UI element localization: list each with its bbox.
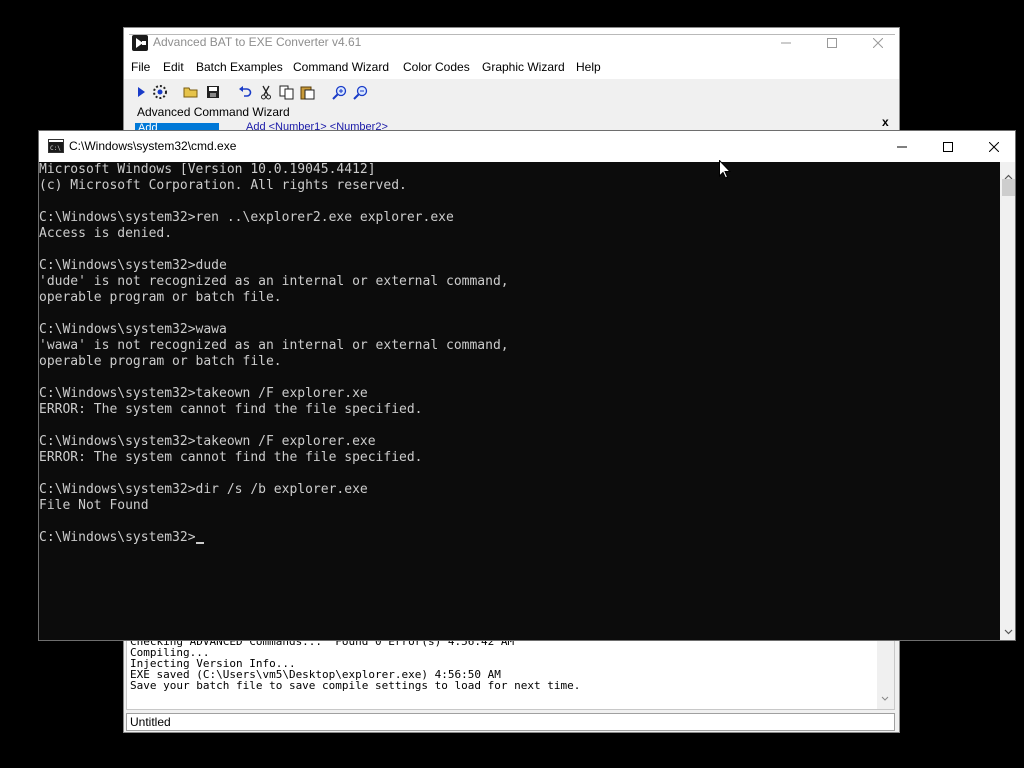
console-line: C:\Windows\system32>dir /s /b explorer.e… — [39, 482, 368, 497]
console-line: Microsoft Windows [Version 10.0.19045.44… — [39, 162, 376, 177]
open-folder-icon[interactable] — [182, 84, 199, 100]
copy-icon[interactable] — [278, 84, 295, 100]
text-cursor — [195, 542, 204, 544]
wizard-close-button[interactable]: x — [882, 115, 889, 129]
status-bar: Untitled — [126, 713, 895, 731]
console-line: ERROR: The system cannot find the file s… — [39, 450, 423, 465]
console-line: operable program or batch file. — [39, 354, 282, 369]
cmd-maximize-button[interactable] — [925, 131, 971, 162]
chevron-down-icon[interactable] — [881, 695, 889, 705]
save-icon[interactable] — [204, 84, 221, 100]
console-prompt: C:\Windows\system32> — [39, 530, 196, 545]
cmd-window[interactable]: C:\ C:\Windows\system32\cmd.exe Microsof… — [38, 130, 1016, 641]
console-line: (c) Microsoft Corporation. All rights re… — [39, 178, 407, 193]
console-line: C:\Windows\system32>dude — [39, 258, 227, 273]
console-line: C:\Windows\system32>wawa — [39, 322, 227, 337]
cmd-minimize-button[interactable] — [879, 131, 925, 162]
status-filename: Untitled — [130, 715, 171, 729]
svg-text:C:\: C:\ — [50, 145, 61, 152]
paste-icon[interactable] — [299, 84, 316, 100]
cut-icon[interactable] — [257, 84, 274, 100]
console-line: C:\Windows\system32>takeown /F explorer.… — [39, 386, 368, 401]
output-line: Save your batch file to save compile set… — [130, 679, 581, 692]
output-scrollbar[interactable] — [877, 641, 894, 709]
console-line: C:\Windows\system32>takeown /F explorer.… — [39, 434, 376, 449]
console-line: Access is denied. — [39, 226, 173, 241]
console-line: 'wawa' is not recognized as an internal … — [39, 338, 509, 353]
compile-output-log[interactable]: Checking ADVANCED Commands... Found 0 Er… — [126, 640, 895, 710]
cmd-window-title: C:\Windows\system32\cmd.exe — [69, 139, 237, 153]
compile-icon[interactable] — [151, 84, 168, 100]
cmd-titlebar[interactable]: C:\ C:\Windows\system32\cmd.exe — [39, 131, 1015, 162]
zoom-in-icon[interactable] — [331, 84, 348, 100]
mouse-pointer-icon — [719, 160, 731, 179]
cmd-close-button[interactable] — [971, 131, 1015, 162]
chevron-down-icon[interactable] — [1004, 620, 1013, 639]
console-line: operable program or batch file. — [39, 290, 282, 305]
console-line: ERROR: The system cannot find the file s… — [39, 402, 423, 417]
undo-icon[interactable] — [236, 84, 253, 100]
scrollbar-thumb[interactable] — [1002, 179, 1015, 196]
wizard-label: Advanced Command Wizard — [135, 105, 292, 119]
console-line: 'dude' is not recognized as an internal … — [39, 274, 509, 289]
console-output[interactable]: Microsoft Windows [Version 10.0.19045.44… — [39, 162, 999, 640]
console-line: File Not Found — [39, 498, 149, 513]
wizard-groupbox — [129, 34, 895, 64]
console-line: C:\Windows\system32>ren ..\explorer2.exe… — [39, 210, 454, 225]
zoom-out-icon[interactable] — [352, 84, 369, 100]
console-prompt-line[interactable]: C:\Windows\system32> — [39, 530, 204, 546]
run-icon[interactable] — [132, 84, 149, 100]
console-scrollbar[interactable] — [1000, 162, 1015, 640]
console-icon: C:\ — [48, 139, 64, 153]
